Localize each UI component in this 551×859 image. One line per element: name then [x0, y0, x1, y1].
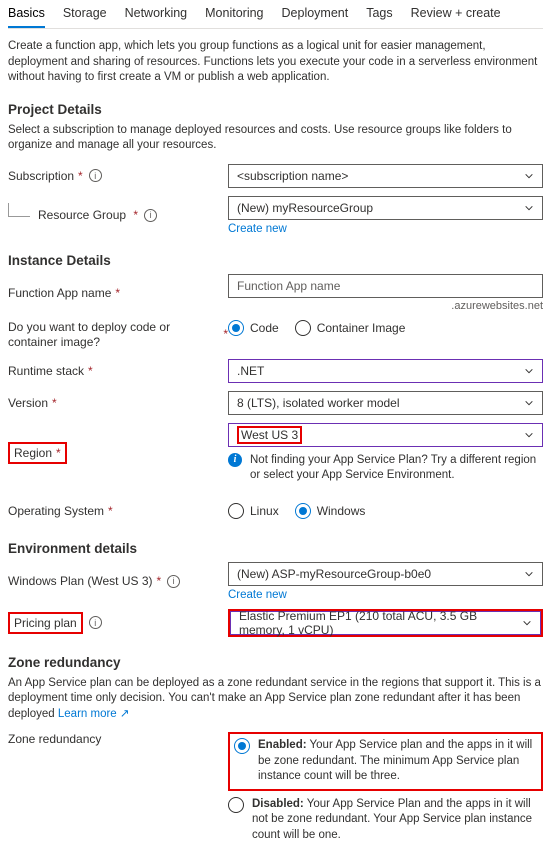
pricing-plan-label: Pricing plan: [8, 612, 83, 634]
chevron-down-icon: [524, 366, 534, 376]
tab-networking[interactable]: Networking: [125, 0, 188, 28]
tab-tags[interactable]: Tags: [366, 0, 392, 28]
radio-deploy-container[interactable]: Container Image: [295, 320, 406, 336]
create-new-plan-link[interactable]: Create new: [228, 589, 543, 601]
tab-basics[interactable]: Basics: [8, 0, 45, 28]
info-icon[interactable]: i: [89, 616, 102, 629]
function-app-name-input[interactable]: [228, 274, 543, 298]
subscription-label: Subscription* i: [8, 169, 228, 183]
project-details-title: Project Details: [8, 102, 543, 117]
tabs-bar: Basics Storage Networking Monitoring Dep…: [8, 0, 543, 29]
version-label: Version*: [8, 396, 228, 410]
chevron-down-icon: [524, 171, 534, 181]
radio-zone-disabled[interactable]: [228, 797, 244, 813]
chevron-down-icon: [522, 618, 532, 628]
tab-review[interactable]: Review + create: [411, 0, 501, 28]
region-label: Region*: [8, 442, 67, 464]
runtime-stack-label: Runtime stack*: [8, 364, 228, 378]
chevron-down-icon: [524, 398, 534, 408]
operating-system-label: Operating System*: [8, 504, 228, 518]
zone-redundancy-label: Zone redundancy: [8, 732, 228, 746]
subscription-select[interactable]: <subscription name>: [228, 164, 543, 188]
chevron-down-icon: [524, 430, 534, 440]
zone-redundancy-title: Zone redundancy: [8, 655, 543, 670]
pricing-plan-select[interactable]: Elastic Premium EP1 (210 total ACU, 3.5 …: [230, 611, 541, 635]
runtime-stack-select[interactable]: .NET: [228, 359, 543, 383]
tab-storage[interactable]: Storage: [63, 0, 107, 28]
info-icon[interactable]: i: [167, 575, 180, 588]
learn-more-link[interactable]: Learn more: [58, 708, 117, 720]
zone-redundancy-desc: An App Service plan can be deployed as a…: [8, 676, 543, 723]
chevron-down-icon: [524, 569, 534, 579]
function-app-name-label: Function App name*: [8, 286, 228, 300]
intro-text: Create a function app, which lets you gr…: [8, 39, 543, 86]
region-hint-text: Not finding your App Service Plan? Try a…: [250, 453, 543, 483]
domain-suffix-hint: .azurewebsites.net: [228, 300, 543, 312]
windows-plan-label: Windows Plan (West US 3)* i: [8, 574, 228, 588]
instance-details-title: Instance Details: [8, 253, 543, 268]
chevron-down-icon: [524, 203, 534, 213]
version-select[interactable]: 8 (LTS), isolated worker model: [228, 391, 543, 415]
external-link-icon: ↗: [120, 708, 130, 720]
zone-enabled-text: Enabled: Your App Service plan and the a…: [258, 738, 537, 785]
windows-plan-select[interactable]: (New) ASP-myResourceGroup-b0e0: [228, 562, 543, 586]
zone-disabled-text: Disabled: Your App Service Plan and the …: [252, 797, 543, 844]
project-details-desc: Select a subscription to manage deployed…: [8, 123, 543, 154]
tab-monitoring[interactable]: Monitoring: [205, 0, 263, 28]
radio-os-windows[interactable]: Windows: [295, 503, 366, 519]
tab-deployment[interactable]: Deployment: [282, 0, 349, 28]
region-select[interactable]: West US 3: [228, 423, 543, 447]
radio-zone-enabled[interactable]: [234, 738, 250, 754]
environment-details-title: Environment details: [8, 541, 543, 556]
create-new-rg-link[interactable]: Create new: [228, 223, 543, 235]
info-icon[interactable]: i: [89, 169, 102, 182]
radio-os-linux[interactable]: Linux: [228, 503, 279, 519]
resource-group-select[interactable]: (New) myResourceGroup: [228, 196, 543, 220]
info-icon[interactable]: i: [144, 209, 157, 222]
resource-group-label: Resource Group: [38, 208, 126, 222]
info-icon: i: [228, 453, 242, 467]
radio-deploy-code[interactable]: Code: [228, 320, 279, 336]
deploy-type-label: Do you want to deploy code or container …: [8, 320, 228, 351]
